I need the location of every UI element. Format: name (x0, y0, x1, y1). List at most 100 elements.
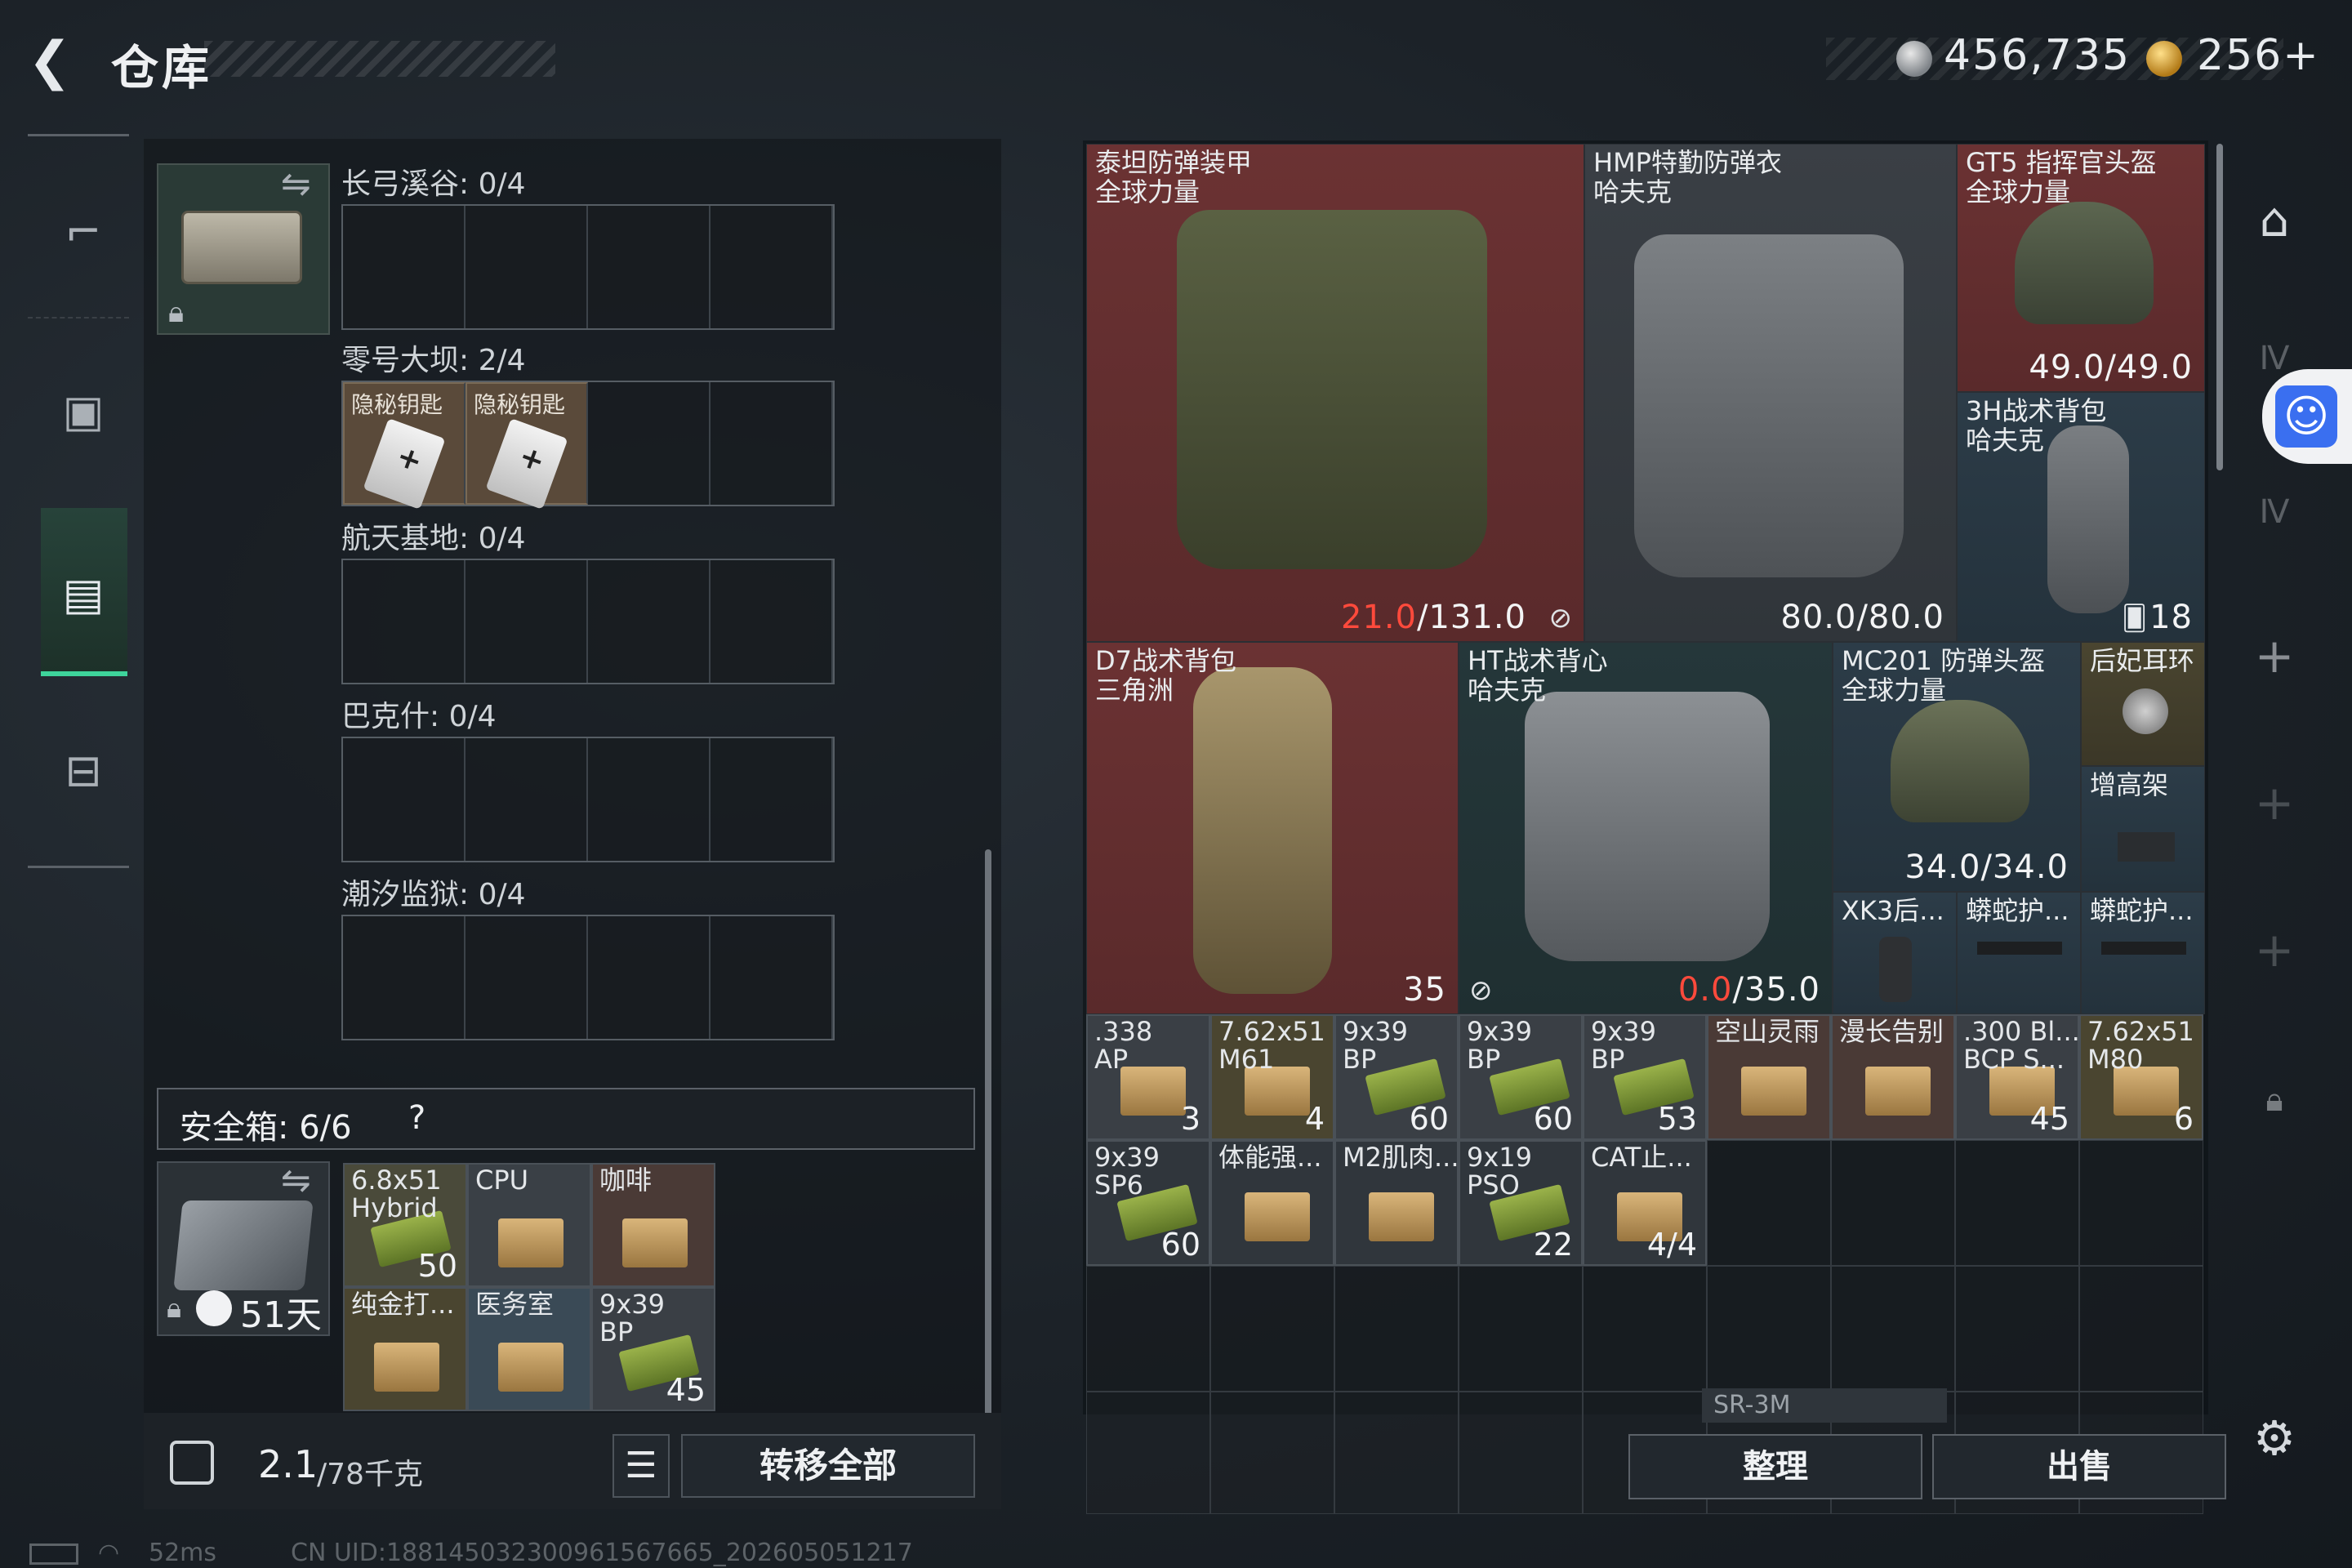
stash-item-mc201-helmet[interactable]: MC201 防弹头盔 全球力量 34.0/34.0 (1833, 642, 2081, 892)
key-slot[interactable] (588, 916, 710, 1039)
key-slot[interactable] (588, 206, 710, 328)
empty-slot[interactable] (2079, 1140, 2203, 1266)
stash-item[interactable]: 7.62x51 M61 4 (1210, 1014, 1334, 1140)
stash-item[interactable]: 漫长告别 (1831, 1014, 1955, 1140)
stash-item[interactable]: 9x39 BP 60 (1334, 1014, 1459, 1140)
key-slot-grid[interactable] (341, 559, 835, 684)
add-icon[interactable]: + (2239, 621, 2310, 691)
gold-balance[interactable]: 256+ (2197, 31, 2320, 80)
item-image (1369, 1192, 1434, 1241)
empty-slot[interactable] (1086, 1392, 1210, 1514)
key-slot[interactable] (466, 206, 588, 328)
empty-slot[interactable] (1334, 1392, 1459, 1514)
list-icon[interactable]: ☰ (612, 1434, 670, 1498)
empty-slot[interactable] (1459, 1392, 1583, 1514)
key-slot[interactable] (343, 560, 466, 683)
key-slot[interactable] (710, 560, 833, 683)
key-slot[interactable]: 隐秘钥匙 (343, 382, 466, 510)
stash-item[interactable]: 7.62x51 M80 6 (2079, 1014, 2203, 1140)
stash-item[interactable]: M2肌肉... (1334, 1140, 1459, 1266)
safe-item[interactable]: 医务室 (467, 1287, 591, 1411)
toolbox-icon[interactable]: ⊟ (44, 732, 122, 810)
safe-item[interactable]: 纯金打... (343, 1287, 467, 1411)
stash-item-python-guard-1[interactable]: 蟒蛇护... (1957, 892, 2081, 1014)
key-slot-grid[interactable] (341, 915, 835, 1040)
tier-iv-icon[interactable]: Ⅳ (2239, 477, 2310, 547)
stash-item-gt5-helmet[interactable]: GT5 指挥官头盔 全球力量 49.0/49.0 (1957, 144, 2205, 392)
safe-item[interactable]: 6.8x51 Hybrid 50 (343, 1163, 467, 1287)
stash-item-ht-vest[interactable]: HT战术背心 哈夫克 0.0/35.0 ⊘ (1459, 642, 1833, 1014)
swap-icon[interactable]: ⇋ (281, 163, 311, 205)
empty-slot[interactable] (1831, 1266, 1955, 1392)
stash-item[interactable]: CAT止... 4/4 (1583, 1140, 1707, 1266)
swap-icon[interactable]: ⇋ (281, 1160, 311, 1201)
safe-item[interactable]: 9x39 BP 45 (591, 1287, 715, 1411)
add-icon[interactable]: + (2239, 768, 2310, 838)
stash-item[interactable]: 9x19 PSO 22 (1459, 1140, 1583, 1266)
stash-item[interactable]: 9x39 BP 53 (1583, 1014, 1707, 1140)
stash-item-riser[interactable]: 增高架 (2081, 766, 2205, 892)
capacity-icon: 🂠︎ (2122, 604, 2147, 633)
empty-slot[interactable] (1707, 1140, 1831, 1266)
key-slot[interactable] (588, 560, 710, 683)
key-slot[interactable] (588, 382, 710, 505)
stash-item-xk3-grip[interactable]: XK3后... (1833, 892, 1957, 1014)
key-section-label: 长弓溪谷: 0/4 (341, 167, 526, 201)
sell-button[interactable]: 出售 (1932, 1434, 2226, 1499)
backpack-icon[interactable]: ▣ (44, 372, 122, 451)
stash-item[interactable]: .300 Bl... BCP S... 45 (1955, 1014, 2079, 1140)
stash-item-hmp-vest[interactable]: HMP特勤防弹衣 哈夫克 80.0/80.0 (1584, 144, 1957, 642)
key-slot[interactable] (710, 206, 833, 328)
key-slot[interactable] (710, 382, 833, 505)
stash-item[interactable]: 体能强... (1210, 1140, 1334, 1266)
stash-item[interactable]: .338 AP 3 (1086, 1014, 1210, 1140)
stash-item-earring[interactable]: 后妃耳环 (2081, 642, 2205, 766)
empty-slot[interactable] (1831, 1140, 1955, 1266)
key-slot-grid[interactable]: 隐秘钥匙 隐秘钥匙 (341, 381, 835, 510)
accessibility-icon[interactable]: ☺ (2275, 385, 2337, 448)
add-icon[interactable]: + (2239, 915, 2310, 985)
empty-slot[interactable] (1210, 1392, 1334, 1514)
empty-slot[interactable] (2079, 1266, 2203, 1392)
empty-slot[interactable] (1459, 1266, 1583, 1392)
stash-item-3h-backpack[interactable]: 3H战术背包 哈夫克 18 🂠︎ (1957, 392, 2205, 642)
gun-icon[interactable]: ⌐ (44, 193, 122, 271)
key-slot-grid[interactable] (341, 737, 835, 862)
organize-button[interactable]: 整理 (1628, 1434, 1922, 1499)
empty-slot[interactable] (1086, 1266, 1210, 1392)
help-icon[interactable]: ? (408, 1099, 425, 1137)
safe-item[interactable]: CPU (467, 1163, 591, 1287)
stash-item[interactable]: 空山灵雨 (1707, 1014, 1831, 1140)
case-icon[interactable]: ▤ (44, 555, 122, 634)
key-slot[interactable] (466, 738, 588, 861)
key-slot-grid[interactable] (341, 204, 835, 330)
key-slot[interactable] (466, 560, 588, 683)
key-slot[interactable] (343, 206, 466, 328)
transfer-all-button[interactable]: 转移全部 (681, 1434, 975, 1498)
empty-slot[interactable] (1583, 1266, 1707, 1392)
key-slot[interactable] (710, 738, 833, 861)
safe-item[interactable]: 咖啡 (591, 1163, 715, 1287)
empty-slot[interactable] (1955, 1266, 2079, 1392)
empty-slot[interactable] (1334, 1266, 1459, 1392)
stash-item-python-guard-2[interactable]: 蟒蛇护... (2081, 892, 2205, 1014)
left-scrollbar[interactable] (985, 849, 991, 1421)
empty-slot[interactable] (1955, 1140, 2079, 1266)
stash-home-icon[interactable]: ⌂ (2239, 185, 2310, 255)
back-arrow-icon[interactable]: ❮ (28, 33, 85, 90)
stash-item[interactable]: 9x39 SP6 60 (1086, 1140, 1210, 1266)
key-slot[interactable] (343, 738, 466, 861)
key-slot[interactable]: 隐秘钥匙 (466, 382, 588, 510)
weapon-slot-sr3m[interactable]: SR-3M (1702, 1388, 1947, 1423)
key-slot[interactable] (343, 916, 466, 1039)
empty-slot[interactable] (1707, 1266, 1831, 1392)
key-slot[interactable] (466, 916, 588, 1039)
key-slot[interactable] (588, 738, 710, 861)
stash-scrollbar[interactable] (2216, 144, 2223, 470)
empty-slot[interactable] (1210, 1266, 1334, 1392)
stash-item[interactable]: 9x39 BP 60 (1459, 1014, 1583, 1140)
settings-gear-icon[interactable]: ⚙ (2239, 1403, 2310, 1473)
key-slot[interactable] (710, 916, 833, 1039)
stash-item-titan-armor[interactable]: 泰坦防弹装甲 全球力量 21.0/131.0 ⊘ (1086, 144, 1584, 642)
stash-item-d7-backpack[interactable]: D7战术背包 三角洲 35 (1086, 642, 1459, 1014)
